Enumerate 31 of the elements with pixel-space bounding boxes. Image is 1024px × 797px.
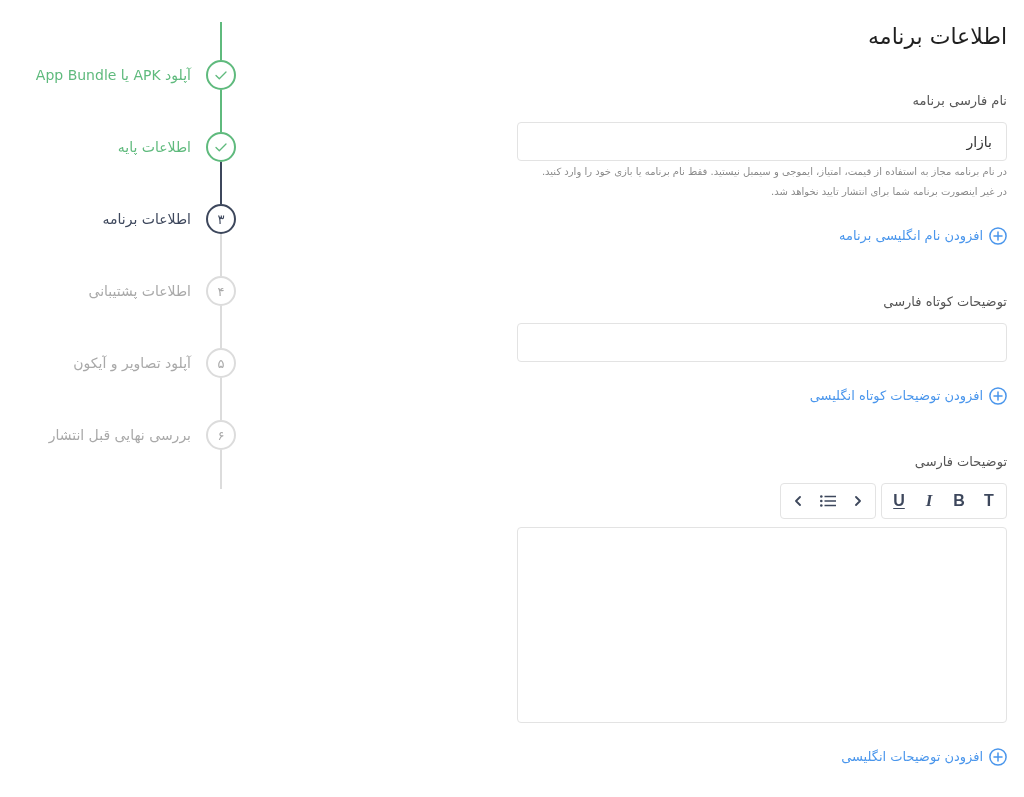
help-text: در نام برنامه مجاز به استفاده از قیمت، امتیاز، ایموجی و سیمبل نیستید. فقط نام برنامه یا بازی خود را وارد کنید. (541, 165, 1007, 180)
check-icon (215, 70, 227, 80)
step-number: ۳ (217, 212, 225, 226)
step-number: ۵ (217, 356, 225, 370)
chevron-right-icon (855, 496, 861, 506)
step-label: اطلاعات پایه (117, 139, 191, 155)
step-number: ۶ (217, 428, 225, 442)
field-label: نام فارسی برنامه (912, 92, 1007, 111)
step-label: آپلود تصاویر و آیکون (73, 355, 191, 371)
field-label: توضیحات کوتاه فارسی (883, 293, 1007, 312)
step-number: ۴ (217, 284, 225, 298)
text-field[interactable]: بازار (517, 122, 1007, 161)
check-icon (215, 142, 227, 152)
plus-circle-icon (989, 387, 1007, 405)
step-label: اطلاعات پشتیبانی (88, 283, 191, 299)
text-field[interactable] (517, 323, 1007, 362)
page-title: اطلاعات برنامه (868, 23, 1007, 51)
step-label: آپلود APK یا App Bundle (35, 67, 191, 83)
help-text: در غیر اینصورت برنامه شما برای انتشار تایید نخواهد شد. (770, 185, 1007, 199)
plus-circle-icon (989, 748, 1007, 766)
underline-button[interactable]: U (884, 484, 914, 518)
heading-button[interactable]: T (974, 484, 1004, 518)
step-label: اطلاعات برنامه (102, 211, 191, 227)
bold-button[interactable]: B (944, 484, 974, 518)
textarea-field[interactable] (517, 527, 1007, 723)
italic-button[interactable]: I (914, 484, 944, 518)
chevron-left-icon (795, 496, 801, 506)
field-label: توضیحات فارسی (914, 453, 1007, 472)
list-icon (820, 495, 836, 507)
step-label: بررسی نهایی قبل انتشار (48, 427, 191, 443)
plus-circle-icon (989, 227, 1007, 245)
